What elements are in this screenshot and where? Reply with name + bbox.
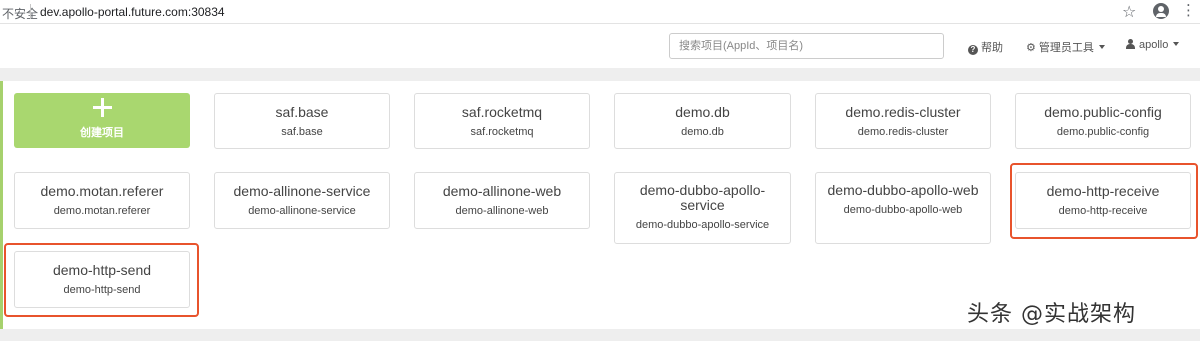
url-text[interactable]: dev.apollo-portal.future.com:30834 [40, 5, 225, 19]
user-dropdown[interactable]: apollo [1126, 39, 1180, 51]
app-card[interactable]: demo-dubbo-apollo-service demo-dubbo-apo… [614, 172, 791, 244]
help-link[interactable]: ? 帮助 [968, 39, 1003, 55]
profile-icon[interactable] [1153, 3, 1169, 19]
chevron-down-icon [1173, 42, 1180, 46]
portal-header: ?帮助 ⚙管理员工具 apollo [0, 25, 1200, 68]
app-card[interactable]: demo-allinone-web demo-allinone-web [414, 172, 590, 229]
help-icon: ? [968, 45, 978, 55]
search-input[interactable] [669, 33, 944, 59]
watermark-text: 头条 @实战架构 [967, 302, 1136, 327]
app-card[interactable]: demo.redis-cluster demo.redis-cluster [815, 93, 991, 149]
help-label: 帮助 [981, 42, 1003, 54]
app-id: demo-dubbo-apollo-service [635, 219, 770, 231]
app-id: demo-allinone-web [455, 205, 549, 217]
app-id: demo-allinone-service [248, 205, 356, 217]
app-name: demo-allinone-service [233, 183, 371, 199]
security-indicator[interactable]: 不安全 [2, 5, 38, 22]
app-name: demo.redis-cluster [845, 104, 961, 120]
app-name: saf.rocketmq [461, 104, 543, 120]
app-name: demo-dubbo-apollo-service [639, 182, 766, 213]
app-name: saf.base [275, 104, 329, 120]
app-name: demo-allinone-web [442, 183, 562, 199]
app-card[interactable]: demo-dubbo-apollo-web demo-dubbo-apollo-… [815, 172, 991, 244]
user-label: apollo [1139, 39, 1169, 51]
app-card[interactable]: demo.public-config demo.public-config [1015, 93, 1191, 149]
app-name: demo.motan.referer [40, 183, 164, 199]
app-name: demo.db [675, 104, 730, 120]
app-id: demo.motan.referer [53, 205, 151, 217]
app-id: saf.rocketmq [470, 126, 534, 138]
app-card[interactable]: saf.base saf.base [214, 93, 390, 149]
browser-address-bar: 不安全 dev.apollo-portal.future.com:30834 ☆… [0, 0, 1200, 24]
footer-band [0, 329, 1200, 341]
admin-tools-dropdown[interactable]: ⚙ 管理员工具 [1026, 39, 1105, 55]
bookmark-star-icon[interactable]: ☆ [1122, 2, 1136, 22]
app-card[interactable]: saf.rocketmq saf.rocketmq [414, 93, 590, 149]
app-name: demo.public-config [1044, 104, 1162, 120]
app-card[interactable]: demo.db demo.db [614, 93, 791, 149]
app-id: demo.redis-cluster [857, 126, 949, 138]
app-id: demo.public-config [1056, 126, 1150, 138]
divider [30, 4, 31, 19]
highlight-box [1010, 163, 1198, 239]
app-name: demo-dubbo-apollo-web [827, 182, 979, 198]
app-id: demo.db [681, 126, 724, 138]
app-id: saf.base [281, 126, 323, 138]
user-icon [1126, 39, 1135, 49]
admin-tools-label: 管理员工具 [1038, 42, 1094, 54]
plus-icon [93, 98, 112, 117]
highlight-box [4, 243, 199, 317]
create-project-button[interactable]: 创建项目 [14, 93, 190, 148]
chevron-down-icon [1098, 45, 1105, 49]
app-id: demo-dubbo-apollo-web [843, 204, 963, 216]
app-card[interactable]: demo.motan.referer demo.motan.referer [14, 172, 190, 229]
more-menu-icon[interactable]: ⋮ [1181, 3, 1196, 19]
create-project-label: 创建项目 [80, 127, 124, 139]
section-divider [0, 68, 1200, 81]
gear-icon: ⚙ [1026, 42, 1036, 54]
app-card[interactable]: demo-allinone-service demo-allinone-serv… [214, 172, 390, 229]
